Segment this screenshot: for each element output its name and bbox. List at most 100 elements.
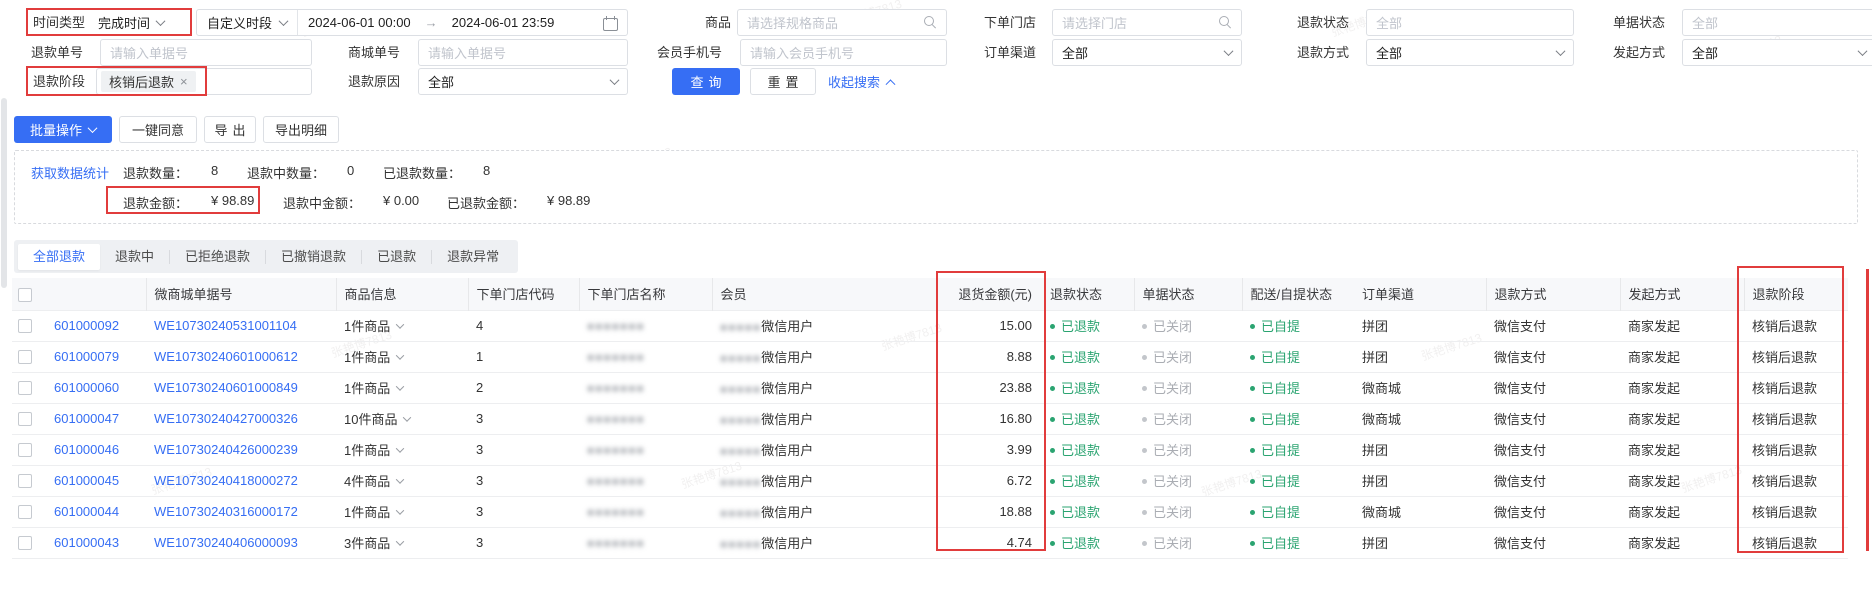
tab-cancelled[interactable]: 已撤销退款 [266,244,361,270]
we-no-link[interactable]: WE10730240406000093 [154,535,298,550]
status-dot [1250,386,1255,391]
refund-status-cell: 已退款 [1042,403,1134,435]
select-all-checkbox[interactable] [18,287,32,302]
row-checkbox[interactable] [18,319,32,334]
date-arrow: → [424,15,438,30]
refund-method-select[interactable]: 全部 [1366,39,1574,66]
row-checkbox[interactable] [18,536,32,551]
tab-all-refunds[interactable]: 全部退款 [18,243,101,270]
refund-table: 微商城单据号 商品信息 下单门店代码 下单门店名称 会员 退货金额(元) 退款状… [12,278,1848,559]
doc-status-input[interactable]: 全部 [1682,9,1872,36]
order-id-link[interactable]: 601000046 [54,442,119,457]
row-checkbox[interactable] [18,443,32,458]
product-input[interactable]: 请选择规格商品 [737,9,947,36]
refund-status-label: 退款状态 [1297,15,1350,30]
row-checkbox[interactable] [18,412,32,427]
order-id-link[interactable]: 601000043 [54,535,119,550]
initiator-cell: 商家发起 [1620,403,1744,435]
store-code-cell: 4 [468,309,579,342]
chevron-down-icon [1555,46,1566,57]
items-dropdown[interactable]: 1件商品 [344,319,405,334]
items-dropdown[interactable]: 4件商品 [344,474,405,489]
items-dropdown[interactable]: 1件商品 [344,350,405,365]
tab-rejected[interactable]: 已拒绝退款 [170,244,265,270]
order-id-link[interactable]: 601000092 [54,318,119,333]
search-button[interactable]: 查询 [672,68,740,95]
we-no-link[interactable]: WE10730240601000849 [154,380,298,395]
order-id-link[interactable]: 601000044 [54,504,119,519]
period-select[interactable]: 自定义时段 [197,13,297,32]
member-cell: ●●●●●微信用户 [712,341,938,373]
refund-status-cell: 已退款 [1042,434,1134,466]
initiate-method-select[interactable]: 全部 [1682,39,1872,66]
refunded-count-label: 已退款数量： [383,166,462,181]
refund-status-input[interactable]: 全部 [1366,9,1574,36]
tag-close-icon[interactable]: × [180,74,188,89]
product-label: 商品 [705,15,732,30]
store-code-cell: 3 [468,434,579,466]
method-cell: 微信支付 [1486,309,1620,342]
refund-reason-select[interactable]: 全部 [418,68,628,95]
one-click-agree-button[interactable]: 一键同意 [119,116,197,143]
collapse-search-link[interactable]: 收起搜索 [828,68,896,95]
items-dropdown[interactable]: 10件商品 [344,412,412,427]
we-no-link[interactable]: WE10730240316000172 [154,504,298,519]
refunded-count-value: 8 [483,163,491,178]
chevron-down-icon [395,444,405,453]
items-dropdown[interactable]: 1件商品 [344,443,405,458]
member-phone-input[interactable]: 请输入会员手机号 [740,39,947,66]
masked-store-name: ●●●●●●● [587,505,645,519]
initiator-cell: 商家发起 [1620,496,1744,528]
method-cell: 微信支付 [1486,341,1620,373]
row-checkbox[interactable] [18,474,32,489]
order-id-link[interactable]: 601000079 [54,349,119,364]
items-dropdown[interactable]: 1件商品 [344,381,405,396]
delivery-status-cell: 已自提 [1242,496,1354,528]
masked-store-name: ●●●●●●● [587,412,645,426]
doc-status-cell: 已关闭 [1134,341,1242,373]
we-no-link[interactable]: WE10730240601000612 [154,349,298,364]
chevron-down-icon [395,351,405,360]
tab-refunding[interactable]: 退款中 [100,244,169,270]
refund-stage-input[interactable]: 核销后退款 × [96,68,312,95]
tab-abnormal[interactable]: 退款异常 [432,244,514,270]
we-no-link[interactable]: WE10730240426000239 [154,442,298,457]
chevron-up-icon [885,79,896,90]
we-no-link[interactable]: WE10730240531001104 [154,318,297,333]
row-checkbox[interactable] [18,505,32,520]
time-type-select[interactable]: 完成时间 [98,9,166,36]
row-checkbox[interactable] [18,381,32,396]
fetch-stats-link[interactable]: 获取数据统计 [31,163,109,182]
batch-actions-button[interactable]: 批量操作 [14,116,112,143]
export-detail-button[interactable]: 导出明细 [263,116,339,143]
row-checkbox[interactable] [18,350,32,365]
initiator-cell: 商家发起 [1620,465,1744,497]
calendar-icon[interactable] [603,15,618,31]
refund-no-input[interactable]: 请输入单据号 [100,39,312,66]
reset-button[interactable]: 重置 [750,68,816,95]
order-store-input[interactable]: 请选择门店 [1052,9,1242,36]
left-scrollbar[interactable] [1,98,7,288]
refunding-count-value: 0 [347,163,355,178]
we-no-link[interactable]: WE10730240427000326 [154,411,298,426]
refunding-amount-label: 退款中金额： [283,196,362,211]
tab-refunded[interactable]: 已退款 [362,244,431,270]
order-id-link[interactable]: 601000047 [54,411,119,426]
order-channel-select[interactable]: 全部 [1052,39,1242,66]
stage-cell: 核销后退款 [1744,465,1848,497]
export-button[interactable]: 导出 [204,116,256,143]
order-id-link[interactable]: 601000045 [54,473,119,488]
doc-status-cell: 已关闭 [1134,465,1242,497]
refund-amount-label: 退款金额： [123,196,189,211]
store-name-cell: ●●●●●●● [579,341,712,373]
chevron-down-icon [395,320,405,329]
items-dropdown[interactable]: 1件商品 [344,505,405,520]
status-dot [1142,541,1147,546]
items-dropdown[interactable]: 3件商品 [344,536,405,551]
we-no-link[interactable]: WE10730240418000272 [154,473,298,488]
date-range-input[interactable]: 2024-06-01 00:00 → 2024-06-01 23:59 [298,15,627,31]
order-id-link[interactable]: 601000060 [54,380,119,395]
refund-method-label: 退款方式 [1297,45,1350,60]
masked-member-name: ●●●●● [720,351,762,365]
mall-no-input[interactable]: 请输入单据号 [418,39,628,66]
